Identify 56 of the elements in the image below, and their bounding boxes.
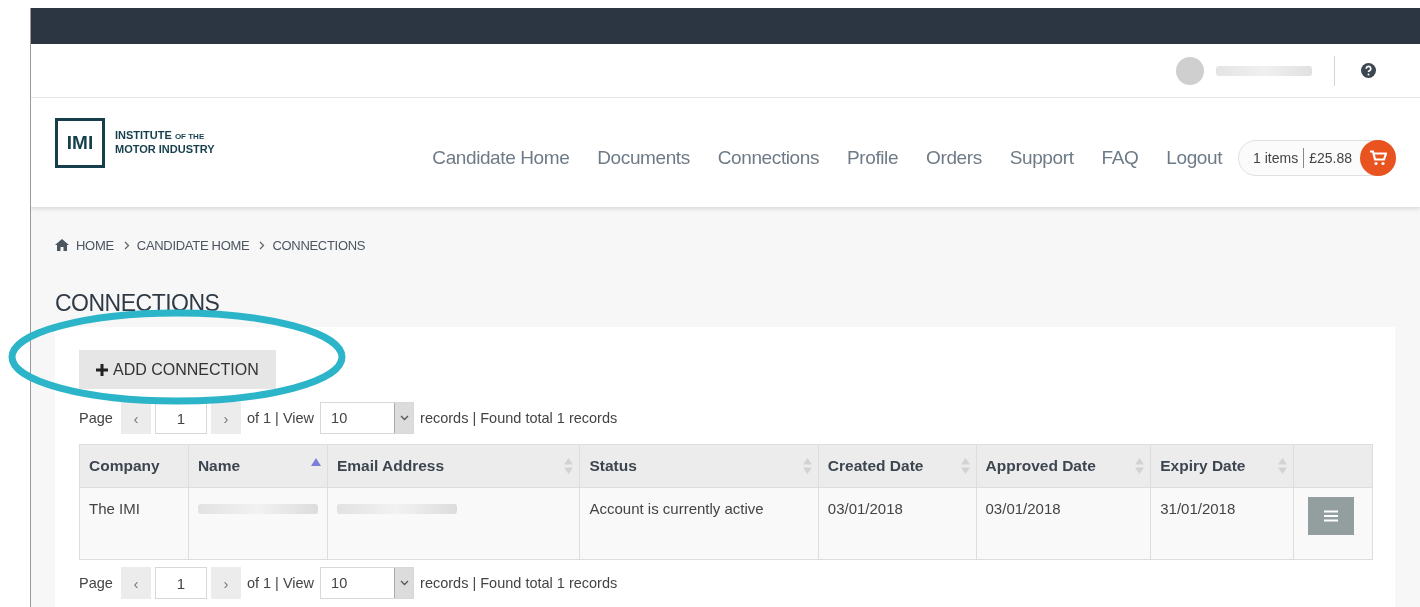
page-label: Page	[79, 410, 113, 426]
add-connection-button[interactable]: ADD CONNECTION	[79, 350, 276, 389]
cart-total: £25.88	[1309, 149, 1352, 166]
page-field[interactable]: 1	[154, 402, 207, 434]
table-cell: 31/01/2018	[1150, 487, 1294, 560]
records-summary: records | Found total 1 records	[420, 575, 618, 591]
page-count-text: of 1 | View	[246, 410, 315, 426]
column-header[interactable]: Approved Date	[976, 444, 1151, 488]
nav-link[interactable]: Logout	[1152, 146, 1237, 169]
cart-widget[interactable]: 1 items £25.88	[1238, 139, 1396, 176]
row-menu-button[interactable]	[1308, 497, 1354, 535]
page-size-select[interactable]: 10	[320, 402, 415, 434]
table-cell: The IMI	[79, 487, 189, 560]
column-header[interactable]: Email Address	[327, 444, 580, 488]
page-label: Page	[79, 575, 113, 591]
previous-page-button[interactable]: ‹	[120, 567, 151, 599]
column-header[interactable]: Created Date	[818, 444, 977, 488]
breadcrumb-link[interactable]: CANDIDATE HOME	[136, 237, 250, 253]
chevron-icon	[123, 240, 130, 250]
menu-icon	[1324, 510, 1338, 522]
logo-text: INSTITUTE OF THE	[115, 129, 206, 143]
nav-link[interactable]: Profile	[833, 146, 913, 169]
page-size-select[interactable]: 10	[320, 567, 415, 599]
column-header[interactable]: Expiry Date	[1150, 444, 1294, 488]
plus-icon	[96, 363, 108, 376]
page-field[interactable]: 1	[154, 567, 207, 599]
chevron-icon	[259, 240, 266, 250]
caret-icon	[399, 580, 409, 586]
help-icon[interactable]	[1361, 63, 1376, 78]
next-page-button[interactable]: ›	[210, 567, 241, 599]
page-title: CONNECTIONS	[55, 289, 221, 317]
nav-link[interactable]: Orders	[912, 146, 996, 169]
nav-link[interactable]: Documents	[583, 146, 704, 169]
cart-count: 1 items	[1253, 149, 1299, 166]
cart-icon	[1369, 149, 1387, 166]
records-summary: records | Found total 1 records	[420, 410, 618, 426]
column-header[interactable]: Status	[579, 444, 819, 488]
nav-link[interactable]: Candidate Home	[418, 146, 584, 169]
column-header[interactable]: Name	[188, 444, 328, 488]
page-count-text: of 1 | View	[246, 575, 315, 591]
nav-link[interactable]: FAQ	[1087, 146, 1153, 169]
column-header[interactable]: Company	[79, 444, 189, 488]
nav-link[interactable]: Support	[995, 146, 1088, 169]
breadcrumb-link[interactable]: CONNECTIONS	[272, 237, 366, 253]
table-cell: 03/01/2018	[818, 487, 977, 560]
breadcrumb-link[interactable]: HOME	[76, 237, 114, 253]
table-cell: 03/01/2018	[976, 487, 1151, 560]
home-icon	[55, 239, 69, 251]
cart-button[interactable]	[1360, 139, 1396, 176]
logo-mark[interactable]: IMI	[55, 118, 105, 168]
next-page-button[interactable]: ›	[210, 402, 241, 434]
table-cell: Account is currently active	[579, 487, 819, 560]
logo-text: MOTOR INDUSTRY	[115, 143, 215, 155]
previous-page-button[interactable]: ‹	[120, 402, 151, 434]
nav-link[interactable]: Connections	[703, 146, 834, 169]
caret-icon	[399, 415, 409, 421]
